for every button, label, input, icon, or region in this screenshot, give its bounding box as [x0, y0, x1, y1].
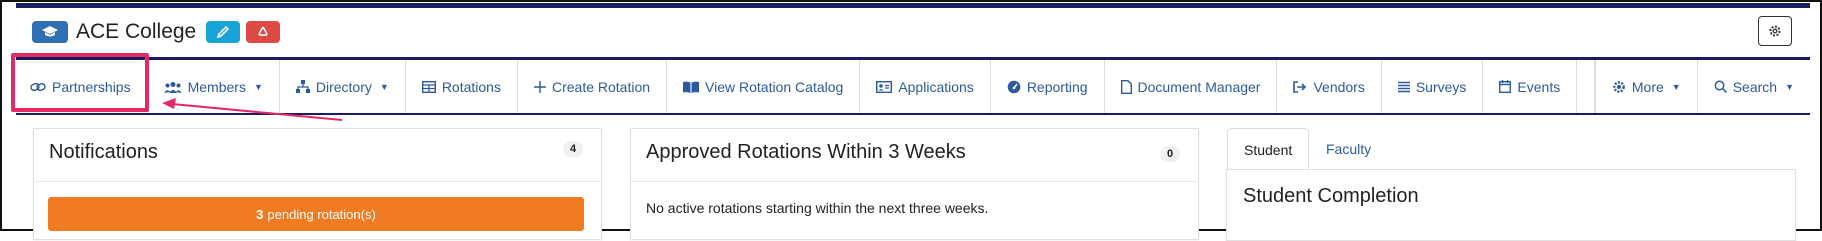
nav-rotations[interactable]: Rotations — [406, 60, 518, 113]
users-icon — [163, 81, 182, 93]
table-icon — [421, 80, 436, 93]
nav-view-rotation-catalog[interactable]: View Rotation Catalog — [667, 60, 861, 113]
search-icon — [1714, 80, 1727, 93]
pending-rotations-button[interactable]: 3 pending rotation(s) — [48, 197, 584, 231]
chevron-down-icon: ▼ — [379, 81, 389, 92]
nav-create-rotation-label: Create Rotation — [551, 78, 651, 95]
tab-student[interactable]: Student — [1227, 128, 1310, 170]
plus-icon — [533, 80, 546, 93]
nav-members-label: Members — [187, 78, 246, 95]
chevron-down-icon: ▼ — [1785, 81, 1794, 92]
page-header: ACE College — [32, 18, 286, 46]
id-card-icon — [876, 80, 893, 93]
pending-count: 3 — [256, 206, 264, 222]
graduation-cap-icon — [32, 21, 68, 43]
nav-view-rotation-catalog-label: View Rotation Catalog — [705, 78, 844, 95]
nav-more-label: More — [1631, 78, 1664, 95]
edit-button[interactable] — [206, 21, 241, 43]
nav-vendors-label: Vendors — [1313, 78, 1365, 95]
nav-document-manager[interactable]: Document Manager — [1105, 60, 1278, 113]
nav-search-label: Search — [1732, 78, 1778, 95]
recycle-button[interactable] — [246, 21, 281, 43]
nav-directory-label: Directory — [315, 78, 372, 95]
settings-button[interactable] — [1758, 16, 1792, 46]
gauge-icon — [1007, 80, 1021, 93]
notifications-count-badge: 4 — [563, 141, 584, 157]
file-icon — [1120, 79, 1132, 94]
highlight-box — [11, 53, 149, 112]
nav-create-rotation[interactable]: Create Rotation — [518, 60, 668, 113]
gear-icon — [1769, 25, 1781, 37]
approved-count-badge: 0 — [1160, 146, 1181, 162]
nav-events[interactable]: Events — [1483, 60, 1578, 113]
nav-applications[interactable]: Applications — [860, 60, 991, 113]
approved-rotations-title: Approved Rotations Within 3 Weeks — [646, 141, 966, 163]
chevron-down-icon: ▼ — [253, 81, 263, 92]
chevron-down-icon: ▼ — [1671, 81, 1681, 92]
nav-surveys-label: Surveys — [1415, 78, 1467, 95]
nav-vendors[interactable]: Vendors — [1277, 60, 1382, 113]
nav-more[interactable]: More ▼ — [1594, 60, 1698, 113]
list-icon — [1397, 81, 1410, 92]
nav-events-label: Events — [1517, 78, 1561, 95]
approved-divider — [630, 181, 1197, 182]
nav-applications-label: Applications — [898, 78, 974, 95]
pencil-icon — [216, 25, 230, 39]
calendar-icon — [1499, 80, 1512, 93]
sitemap-icon — [295, 80, 310, 93]
notifications-title: Notifications — [49, 141, 158, 163]
nav-search[interactable]: Search ▼ — [1698, 60, 1810, 113]
nav-surveys[interactable]: Surveys — [1382, 60, 1484, 113]
notifications-divider — [33, 181, 600, 182]
nav-document-manager-label: Document Manager — [1137, 78, 1261, 95]
recycle-icon — [258, 26, 268, 36]
approved-empty-message: No active rotations starting within the … — [646, 200, 989, 216]
nav-spacer — [1577, 60, 1595, 113]
nav-reporting-label: Reporting — [1026, 78, 1088, 95]
cog-icon — [1613, 80, 1625, 93]
college-name: ACE College — [76, 20, 197, 43]
pending-label: pending rotation(s) — [267, 206, 376, 222]
tab-faculty[interactable]: Faculty — [1310, 128, 1387, 170]
nav-reporting[interactable]: Reporting — [991, 60, 1105, 113]
nav-rotations-label: Rotations — [441, 78, 501, 95]
pointer-arrow — [162, 98, 343, 121]
student-completion-title: Student Completion — [1243, 185, 1419, 207]
top-accent-bar — [16, 3, 1810, 8]
book-open-icon — [683, 81, 700, 93]
sign-out-icon — [1293, 80, 1307, 93]
